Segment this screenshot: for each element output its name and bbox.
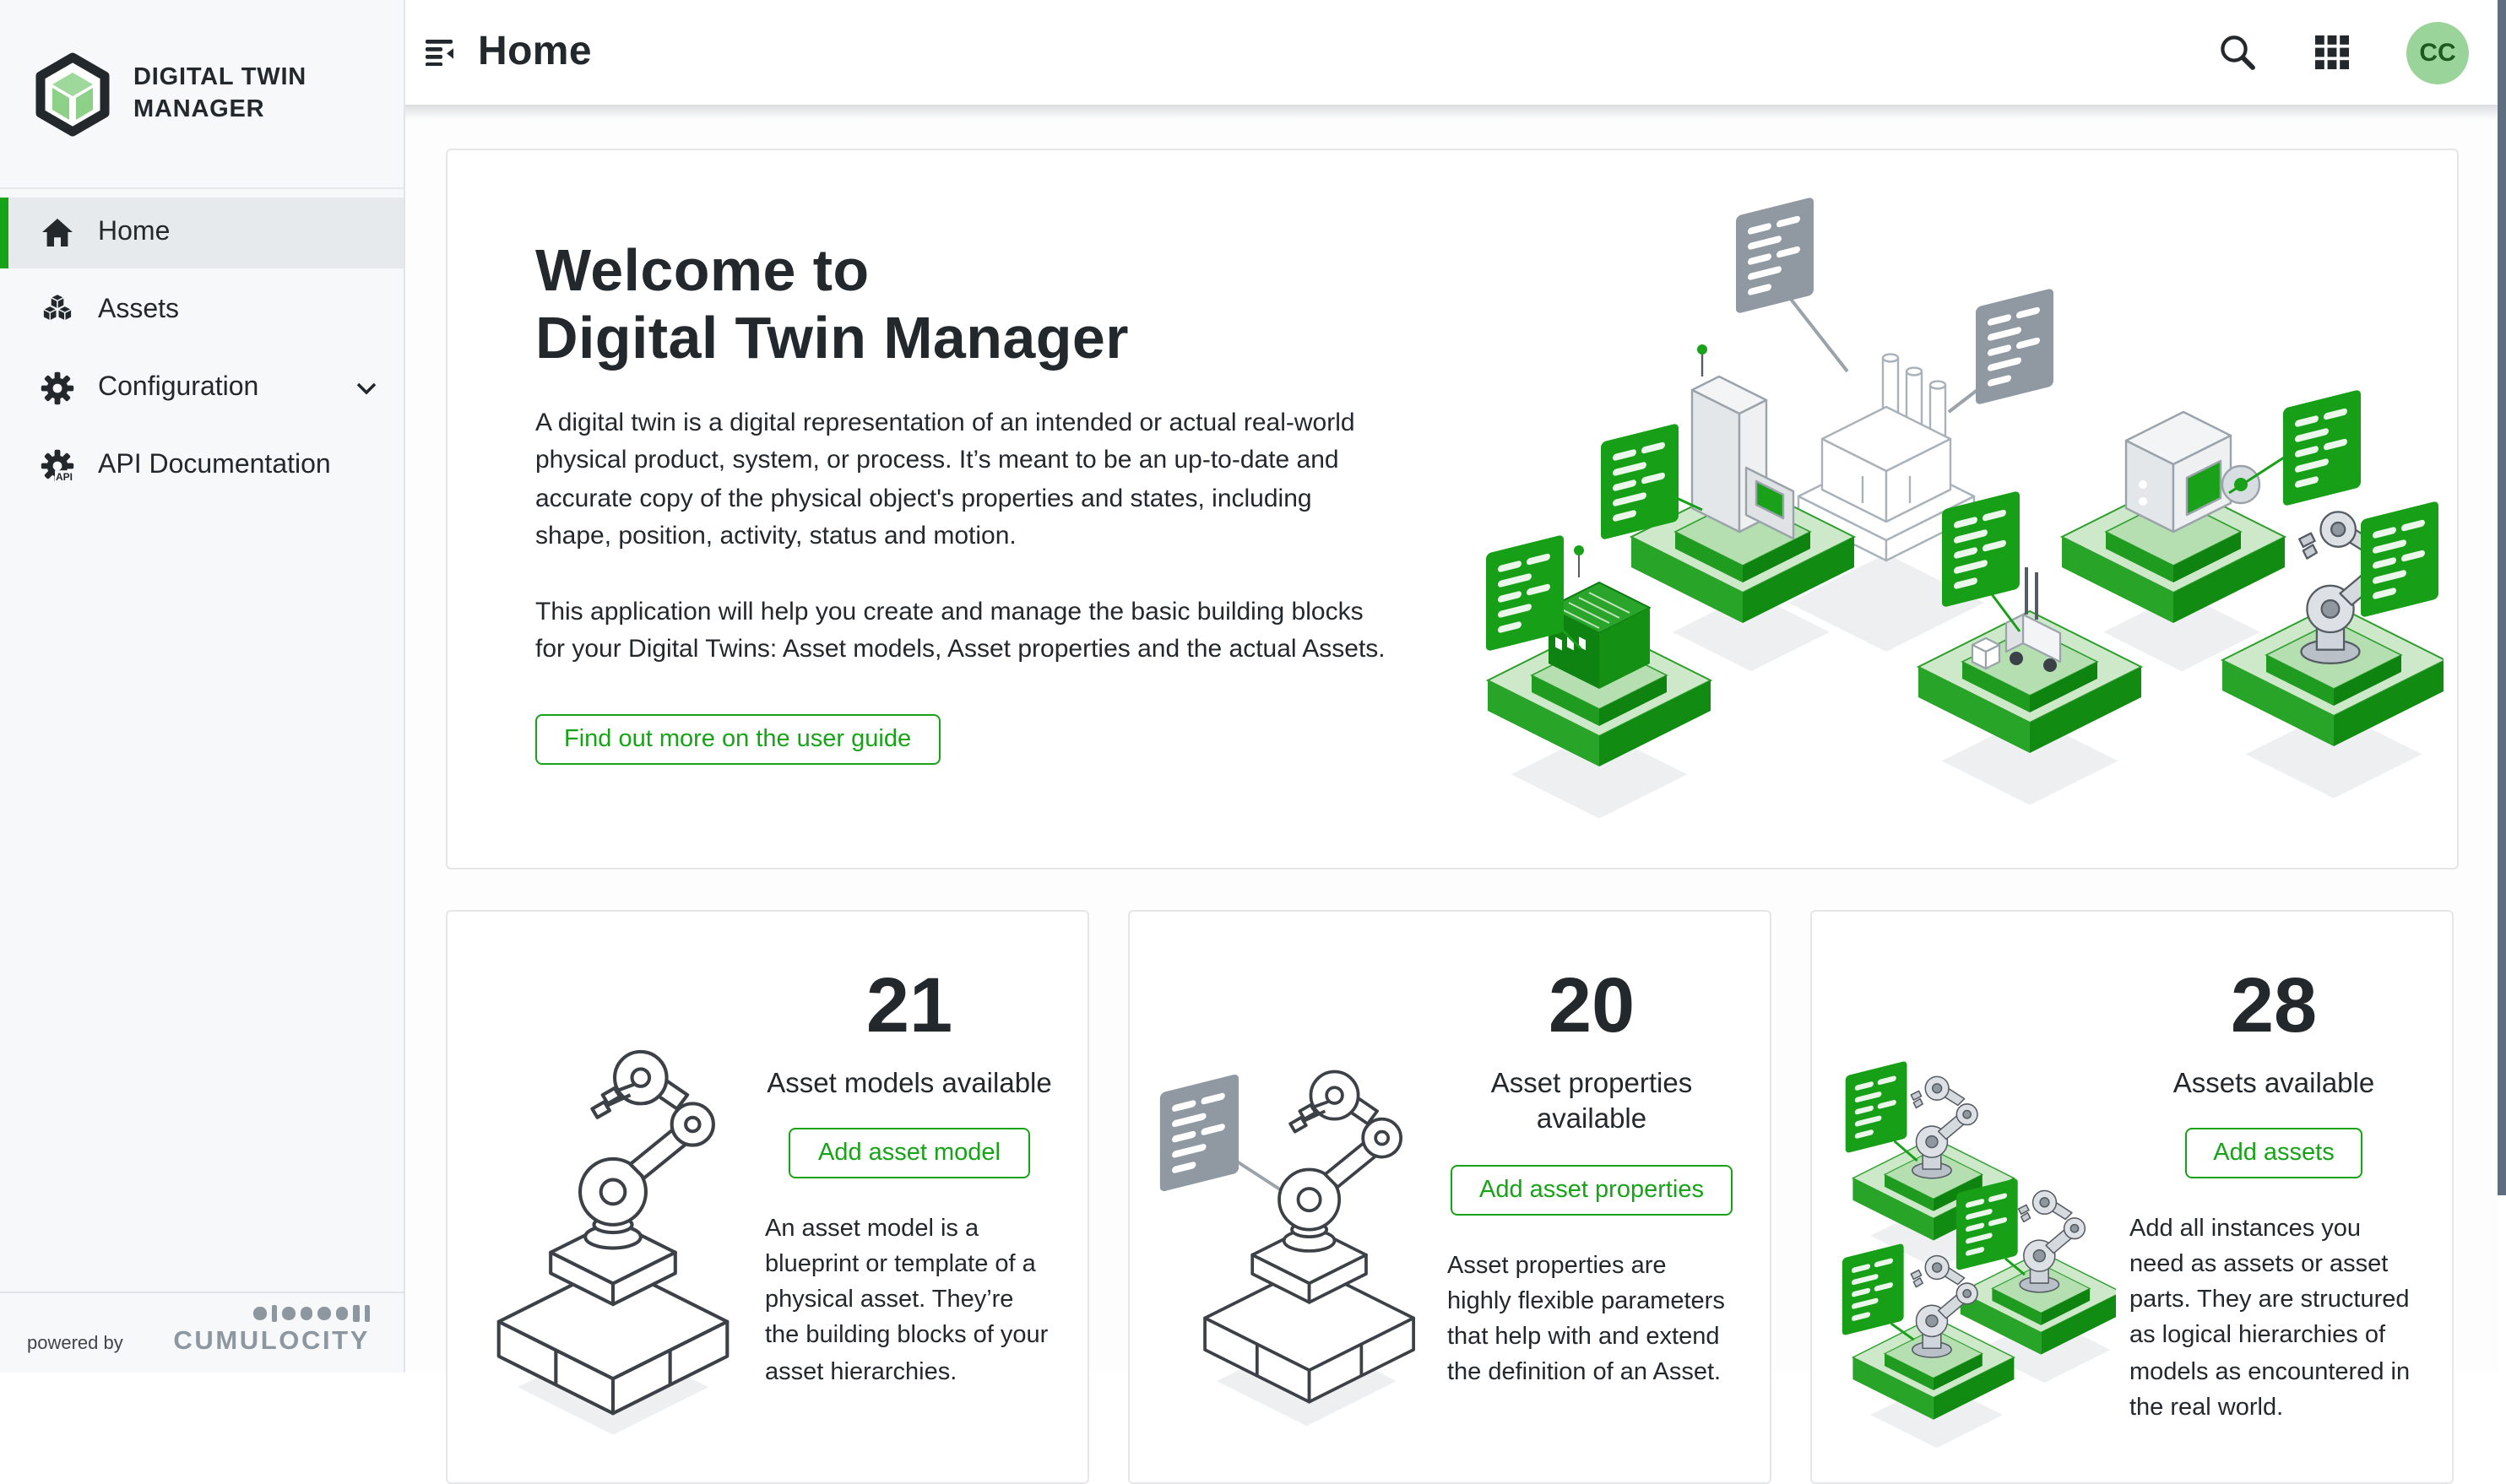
add-asset-properties-button[interactable]: Add asset properties <box>1451 1165 1733 1216</box>
asset-models-description: An asset model is a blueprint or templat… <box>765 1213 1054 1390</box>
cumulocity-brand-link[interactable]: CUMULOCITY <box>173 1304 370 1357</box>
hero-illustration <box>1456 157 2444 863</box>
sidebar-item-home[interactable]: Home <box>0 198 404 268</box>
add-asset-model-button[interactable]: Add asset model <box>789 1129 1029 1179</box>
header-actions: CC <box>2217 21 2469 84</box>
welcome-heading-line1: Welcome to <box>535 238 870 304</box>
sidebar-item-label: Home <box>98 218 377 248</box>
search-button[interactable] <box>2217 32 2258 73</box>
cumulocity-wordmark: CUMULOCITY <box>173 1327 370 1357</box>
gear-icon <box>41 371 74 405</box>
asset-model-illustration <box>475 976 751 1482</box>
welcome-paragraph-1: A digital twin is a digital representati… <box>535 405 1388 557</box>
app-logo: DIGITAL TWIN MANAGER <box>0 0 404 189</box>
collapse-sidebar-icon[interactable] <box>426 39 456 66</box>
scrollbar-track <box>2498 0 2506 1373</box>
user-guide-button[interactable]: Find out more on the user guide <box>535 714 940 765</box>
app-title: DIGITAL TWIN MANAGER <box>133 62 306 125</box>
app-switcher-button[interactable] <box>2315 35 2349 69</box>
assets-description: Add all instances you need as assets or … <box>2129 1213 2418 1426</box>
header-scroll-shadow <box>405 105 2506 120</box>
assets-count: 28 <box>2231 966 2317 1043</box>
sidebar-item-api-documentation[interactable]: API API Documentation <box>0 431 404 501</box>
asset-properties-illustration <box>1157 976 1434 1482</box>
search-icon <box>2217 32 2258 73</box>
sidebar-item-assets[interactable]: Assets <box>0 275 404 346</box>
asset-properties-label: Asset properties available <box>1447 1067 1736 1140</box>
home-icon <box>41 216 74 250</box>
stat-content: 21 Asset models available Add asset mode… <box>765 942 1054 1482</box>
app-window: DIGITAL TWIN MANAGER Home Ass <box>0 0 2506 1373</box>
scrollbar-thumb[interactable] <box>2498 0 2506 1195</box>
page-title: Home <box>478 29 592 76</box>
api-gear-icon: API <box>41 449 74 483</box>
sidebar-item-label: Configuration <box>98 373 333 403</box>
sidebar-nav: Home Assets Configuration <box>0 189 404 508</box>
stat-card-assets: 28 Assets available Add assets Add all i… <box>1810 910 2454 1484</box>
app-title-line1: DIGITAL TWIN <box>133 62 306 94</box>
assets-cubes-icon <box>41 294 74 328</box>
asset-models-label: Asset models available <box>767 1067 1052 1103</box>
app-title-line2: MANAGER <box>133 94 306 126</box>
app-grid-icon <box>2315 35 2349 69</box>
add-assets-button[interactable]: Add assets <box>2184 1129 2363 1179</box>
assets-illustration <box>1839 976 2116 1482</box>
asset-properties-description: Asset properties are highly flexible par… <box>1447 1249 1736 1391</box>
cnc-machine-illustration <box>1692 344 1793 539</box>
cumulocity-dots-icon <box>253 1304 370 1322</box>
welcome-card: Welcome to Digital Twin Manager A digita… <box>446 149 2459 869</box>
welcome-heading-line2: Digital Twin Manager <box>535 306 1129 371</box>
stat-content: 20 Asset properties available Add asset … <box>1447 942 1736 1482</box>
powered-by-label: powered by <box>27 1334 123 1357</box>
sidebar-footer: powered by CUMULOCITY <box>0 1292 404 1373</box>
asset-properties-count: 20 <box>1549 966 1635 1043</box>
chevron-down-icon <box>356 382 377 395</box>
hexagon-cube-logo-icon <box>34 51 111 136</box>
asset-models-count: 21 <box>866 966 952 1043</box>
stat-content: 28 Assets available Add assets Add all i… <box>2129 942 2418 1482</box>
sidebar-item-label: Assets <box>98 295 377 326</box>
welcome-paragraph-2: This application will help you create an… <box>535 594 1388 670</box>
sidebar-item-configuration[interactable]: Configuration <box>0 353 404 424</box>
user-avatar[interactable]: CC <box>2406 21 2469 84</box>
sidebar-item-label: API Documentation <box>98 451 377 481</box>
sidebar: DIGITAL TWIN MANAGER Home Ass <box>0 0 405 1373</box>
stat-card-asset-models: 21 Asset models available Add asset mode… <box>446 910 1089 1484</box>
top-header: Home CC <box>405 0 2506 105</box>
stat-card-asset-properties: 20 Asset properties available Add asset … <box>1128 910 1771 1484</box>
assets-label: Assets available <box>2173 1067 2374 1103</box>
svg-text:API: API <box>56 471 73 483</box>
